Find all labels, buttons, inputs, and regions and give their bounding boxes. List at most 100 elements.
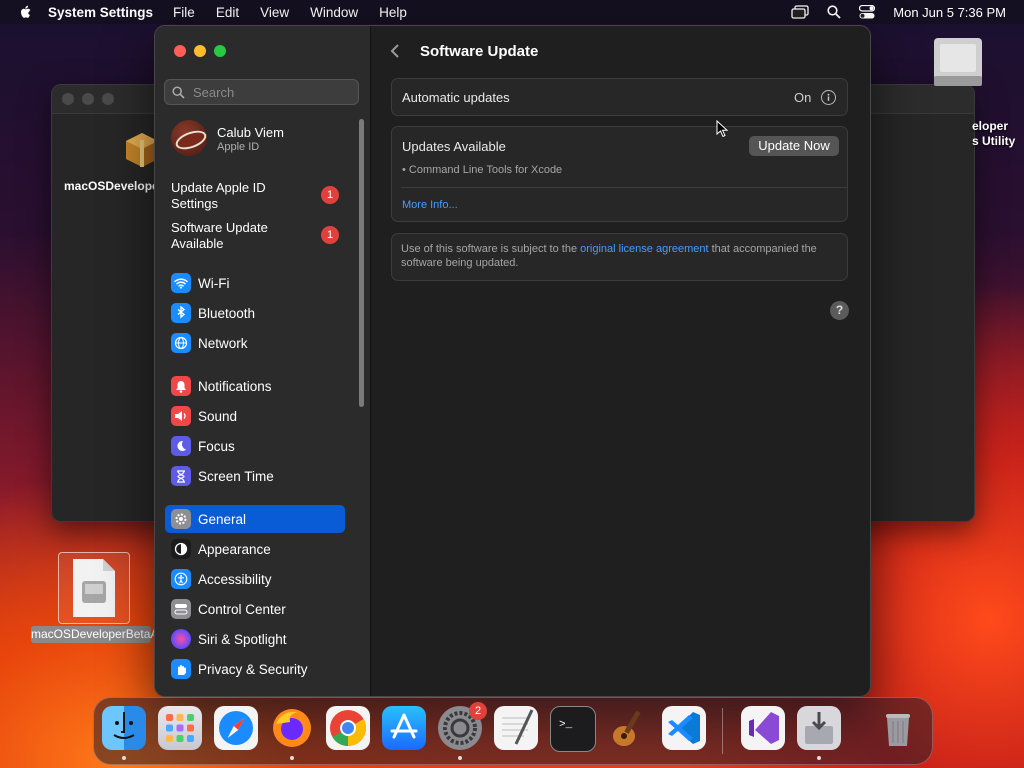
menu-window[interactable]: Window (310, 5, 358, 20)
info-icon[interactable] (821, 90, 836, 105)
running-indicator (122, 756, 126, 760)
visual-studio-icon[interactable] (741, 706, 785, 750)
speaker-icon (171, 406, 191, 426)
trash-icon[interactable] (876, 706, 920, 750)
sidebar-item-label: Control Center (198, 601, 286, 617)
vscode-icon[interactable] (662, 706, 706, 750)
license-agreement-link[interactable]: original license agreement (580, 243, 708, 255)
help-button[interactable]: ? (830, 301, 849, 320)
license-text: Use of this software is subject to the o… (401, 243, 817, 269)
sidebar-item-label: Appearance (198, 541, 271, 557)
finder-icon[interactable] (102, 706, 146, 750)
clock[interactable]: Mon Jun 5 7:36 PM (893, 5, 1006, 20)
notice-software-update[interactable]: Software Update Available (171, 220, 311, 252)
hourglass-icon (171, 466, 191, 486)
control-center-icon[interactable] (859, 5, 876, 19)
updates-heading: Updates Available (402, 139, 506, 154)
bell-icon (171, 376, 191, 396)
control-center-icon (171, 599, 191, 619)
gear-icon (171, 509, 191, 529)
moon-icon (171, 436, 191, 456)
wifi-icon (171, 273, 191, 293)
user-name: Calub Viem (217, 125, 284, 140)
sidebar-item-label: Wi-Fi (198, 275, 230, 291)
automatic-updates-value: On (794, 90, 812, 105)
sidebar-item-privacy-security[interactable]: Privacy & Security (165, 655, 345, 683)
dmg-file-label: macOSDeveloperBetaAcce...ility.dmg (31, 626, 231, 643)
sidebar-item-label: Notifications (198, 378, 272, 394)
launchpad-icon[interactable] (158, 706, 202, 750)
apple-menu-icon[interactable] (18, 4, 34, 20)
system-settings-window: Calub Viem Apple ID Update Apple ID Sett… (154, 25, 871, 697)
running-indicator (817, 756, 821, 760)
running-indicator (290, 756, 294, 760)
app-store-icon[interactable] (382, 706, 426, 750)
dock-separator (722, 708, 723, 754)
sidebar-item-notifications[interactable]: Notifications (165, 372, 345, 400)
firefox-icon[interactable] (270, 706, 314, 750)
menu-file[interactable]: File (173, 5, 195, 20)
updates-available-box: Updates Available Update Now • Command L… (391, 126, 848, 222)
sidebar-item-accessibility[interactable]: Accessibility (165, 565, 345, 593)
sidebar-item-sound[interactable]: Sound (165, 402, 345, 430)
spotlight-search-icon[interactable] (827, 5, 841, 19)
close-button[interactable] (174, 45, 186, 57)
search-input[interactable] (191, 84, 355, 101)
screen-mirroring-icon[interactable] (791, 5, 809, 19)
sidebar-item-appearance[interactable]: Appearance (165, 535, 345, 563)
license-box: Use of this software is subject to the o… (391, 233, 848, 281)
sidebar-item-network[interactable]: Network (165, 329, 345, 357)
sidebar-item-focus[interactable]: Focus (165, 432, 345, 460)
menu-bar: System Settings File Edit View Window He… (0, 0, 1024, 24)
app-menu[interactable]: System Settings (48, 5, 153, 20)
menu-edit[interactable]: Edit (216, 5, 239, 20)
automatic-updates-label: Automatic updates (402, 90, 510, 105)
bluetooth-icon (171, 303, 191, 323)
back-icon[interactable] (388, 43, 404, 59)
sidebar-item-general[interactable]: General (165, 505, 345, 533)
divider (401, 187, 847, 188)
terminal-icon[interactable]: >_ (550, 706, 596, 752)
textedit-icon[interactable] (494, 706, 538, 750)
sidebar-item-wifi[interactable]: Wi-Fi (165, 269, 345, 297)
apple-id-row[interactable]: Calub Viem Apple ID (171, 120, 361, 160)
search-field[interactable] (164, 79, 359, 105)
sidebar-item-label: Focus (198, 438, 235, 454)
sidebar-item-control-center[interactable]: Control Center (165, 595, 345, 623)
sidebar-item-label: General (198, 511, 247, 527)
disk-image-icon[interactable] (928, 36, 988, 94)
svg-text:>_: >_ (559, 719, 573, 731)
notification-badge: 2 (469, 702, 487, 720)
more-info-link[interactable]: More Info... (402, 199, 458, 211)
zoom-button[interactable] (214, 45, 226, 57)
sidebar-item-screen-time[interactable]: Screen Time (165, 462, 345, 490)
user-subtitle: Apple ID (217, 141, 260, 153)
page-title: Software Update (420, 43, 539, 60)
update-now-button[interactable]: Update Now (749, 136, 839, 156)
garageband-icon[interactable] (606, 706, 650, 750)
sidebar-item-siri-spotlight[interactable]: Siri & Spotlight (165, 625, 345, 653)
sidebar-item-label: Screen Time (198, 468, 274, 484)
notice-badge: 1 (321, 226, 339, 244)
hand-icon (171, 659, 191, 679)
sidebar-scrollbar[interactable] (359, 119, 364, 407)
chrome-icon[interactable] (326, 706, 370, 750)
minimize-button[interactable] (194, 45, 206, 57)
mouse-cursor-icon (716, 120, 728, 138)
sidebar-item-label: Accessibility (198, 571, 272, 587)
sidebar: Calub Viem Apple ID Update Apple ID Sett… (155, 26, 371, 696)
safari-icon[interactable] (214, 706, 258, 750)
sidebar-item-bluetooth[interactable]: Bluetooth (165, 299, 345, 327)
automatic-updates-row: Automatic updates On (391, 78, 848, 116)
menu-help[interactable]: Help (379, 5, 407, 20)
sidebar-item-label: Network (198, 335, 248, 351)
appearance-icon (171, 539, 191, 559)
sidebar-item-label: Sound (198, 408, 238, 424)
installer-icon[interactable] (797, 706, 841, 750)
dmg-file[interactable] (58, 552, 130, 624)
globe-icon (171, 333, 191, 353)
menu-view[interactable]: View (260, 5, 289, 20)
running-indicator (458, 756, 462, 760)
notice-update-apple-id[interactable]: Update Apple ID Settings (171, 180, 311, 212)
window-traffic-lights (174, 45, 226, 57)
